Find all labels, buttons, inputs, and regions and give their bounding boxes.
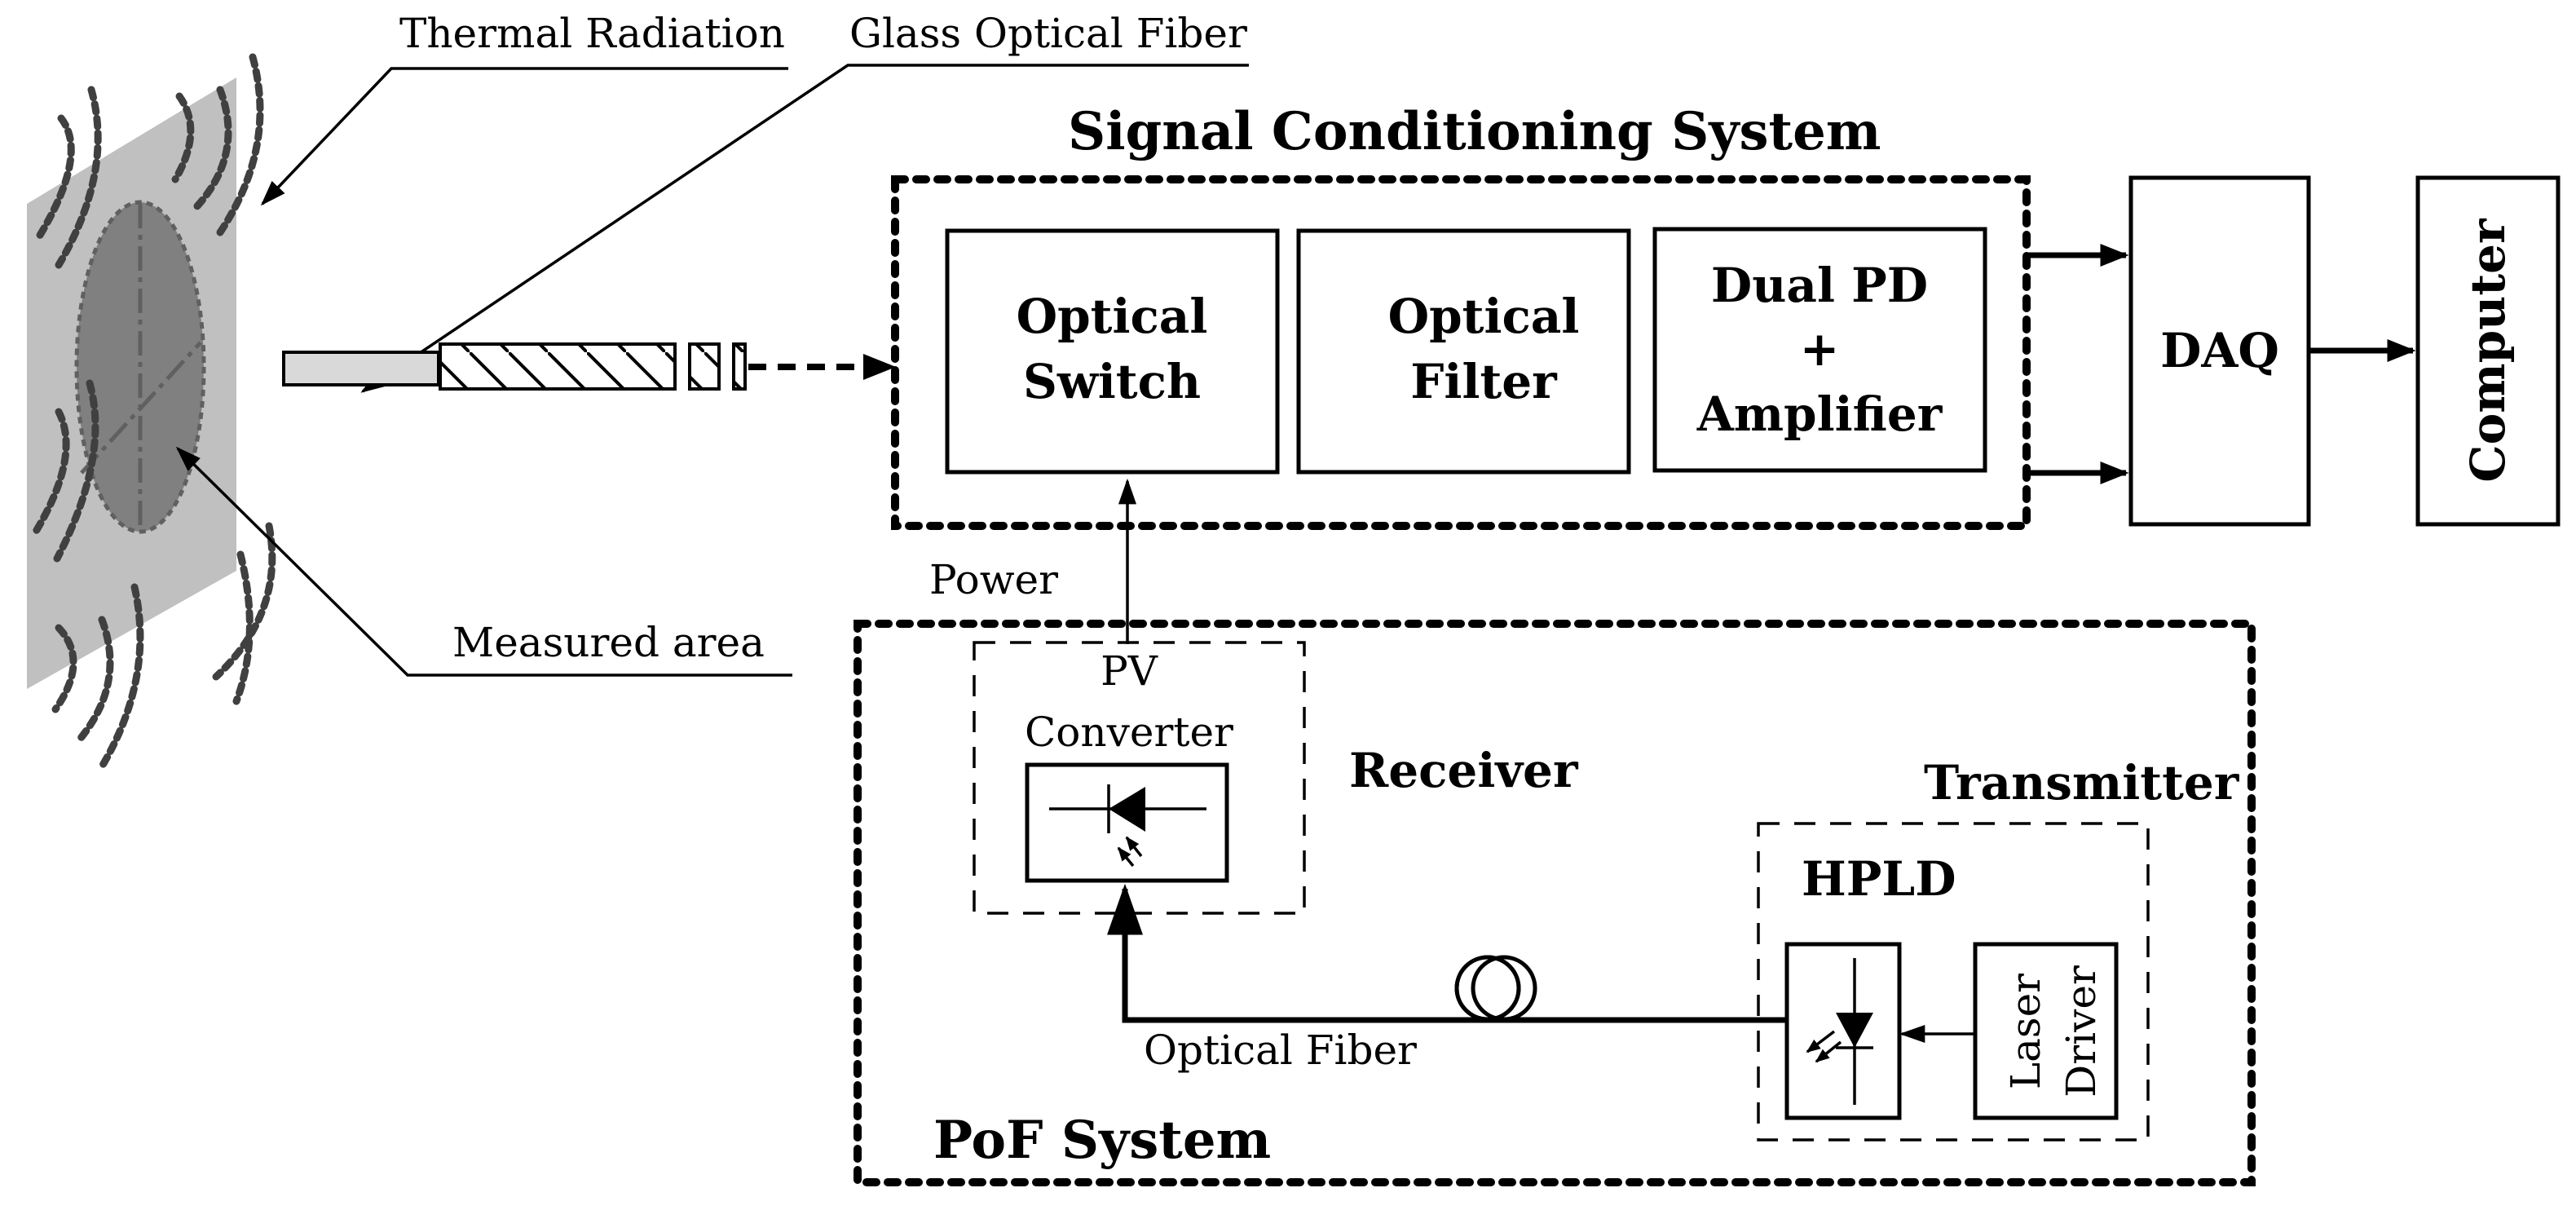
optical-filter-label: Optical — [1388, 289, 1580, 344]
pv-converter-label: Converter — [1025, 709, 1233, 756]
dual-pd-amplifier-block[interactable]: Dual PD + Amplifier — [1652, 227, 1987, 473]
signal-conditioning-system: Signal Conditioning System Optical Switc… — [891, 101, 2031, 530]
optical-fiber-link: Optical Fiber — [1106, 883, 1787, 1074]
dual-pd-label: + — [1800, 321, 1840, 377]
power-label: Power — [929, 556, 1058, 603]
optical-filter-block[interactable]: Optical Filter — [1296, 228, 1631, 475]
fiber-jacket-segment — [732, 342, 747, 391]
hpld-label: HPLD — [1802, 851, 1956, 907]
computer-label: Computer — [2460, 218, 2516, 483]
daq-block[interactable]: DAQ — [2128, 175, 2311, 527]
receiver-label: Receiver — [1349, 743, 1579, 798]
receiver-group: PV Converter Receiver — [973, 641, 1579, 915]
optical-fiber-label: Optical Fiber — [1144, 1027, 1417, 1074]
callout-arrow — [260, 67, 788, 206]
pv-converter-label: PV — [1101, 647, 1158, 695]
hpld-block[interactable] — [1784, 942, 1902, 1120]
laser-driver-block[interactable]: Laser Driver — [1973, 942, 2119, 1120]
pof-system-title: PoF System — [933, 1110, 1271, 1171]
pv-converter-block[interactable] — [1025, 762, 1229, 883]
signal-conditioning-title: Signal Conditioning System — [1068, 101, 1881, 162]
wave-icon — [232, 550, 254, 705]
fiber-line-arrow — [1106, 883, 1787, 1023]
fiber-jacket-segment — [688, 342, 721, 391]
transmitter-group: Transmitter HPLD Laser Driver — [1757, 755, 2240, 1142]
optical-switch-block[interactable]: Optical Switch — [945, 228, 1280, 475]
pof-system: PoF System PV Converter Receiver Transmi… — [854, 620, 2256, 1186]
computer-block[interactable]: Computer — [2415, 175, 2561, 527]
optical-switch-label: Optical — [1017, 289, 1208, 344]
daq-label: DAQ — [2160, 323, 2279, 378]
glass-optical-fiber — [282, 342, 896, 391]
heated-plane — [27, 77, 236, 689]
optical-switch-label: Switch — [1023, 354, 1201, 409]
fiber-jacket — [439, 342, 677, 391]
measured-area-label: Measured area — [452, 619, 765, 666]
thermal-radiation-label: Thermal Radiation — [399, 10, 785, 57]
laser-driver-label: Driver — [2058, 965, 2105, 1097]
glass-optical-fiber-label: Glass Optical Fiber — [849, 10, 1247, 57]
transmitter-label: Transmitter — [1924, 755, 2240, 810]
diagram-canvas: Thermal Radiation Glass Optical Fiber Me… — [27, 10, 2561, 1186]
thermal-radiation-callout: Thermal Radiation — [260, 10, 788, 206]
dual-pd-label: Amplifier — [1696, 386, 1943, 442]
dual-pd-label: Dual PD — [1711, 258, 1928, 313]
laser-driver-label: Laser — [2002, 974, 2049, 1089]
optical-filter-label: Filter — [1410, 354, 1558, 409]
fiber-ferrule — [282, 351, 440, 386]
